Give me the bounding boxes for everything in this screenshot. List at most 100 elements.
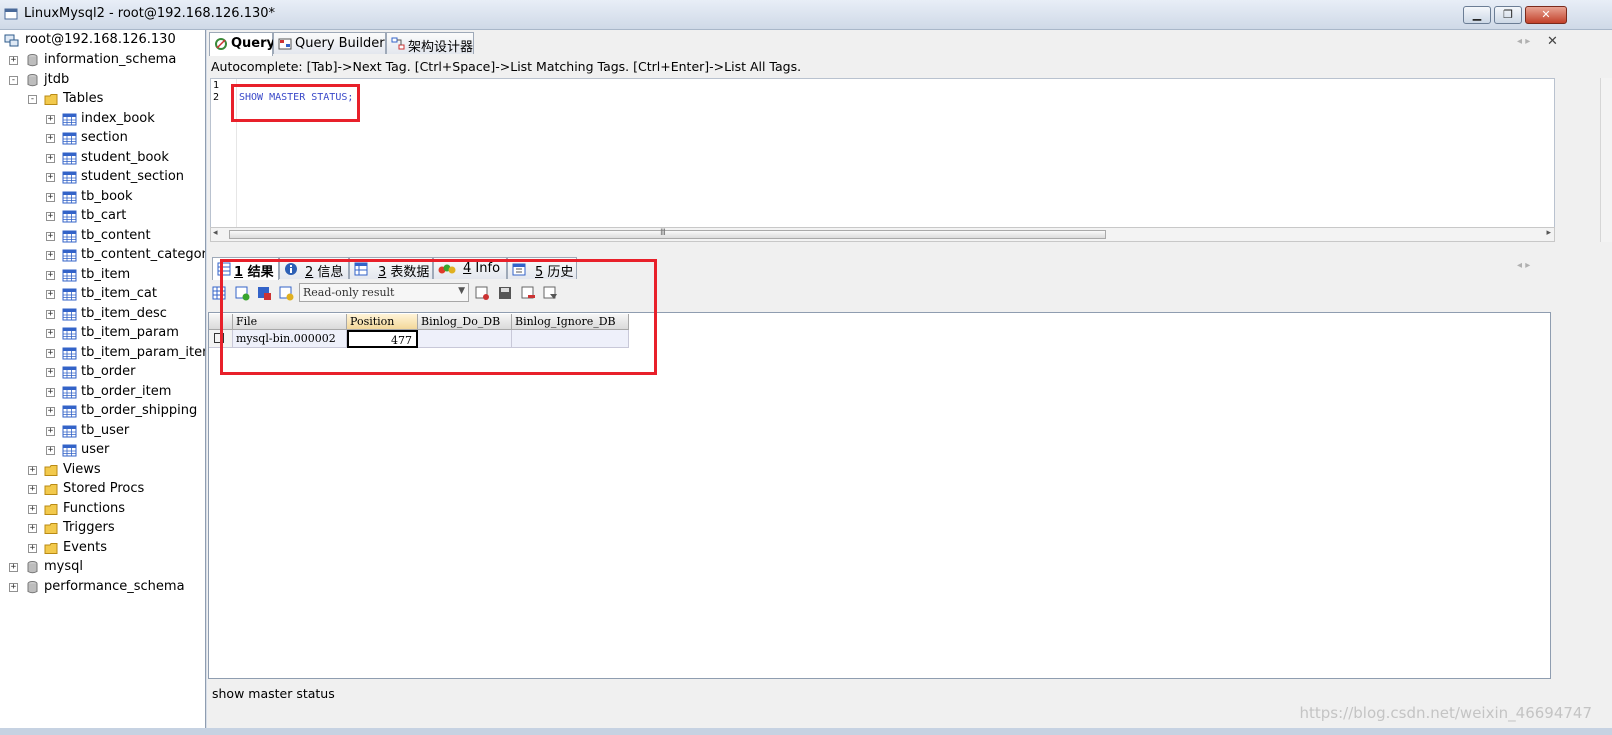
scroll-left-icon[interactable]: ◂	[213, 228, 218, 238]
tree-node-section[interactable]: + section	[0, 129, 205, 149]
tree-node-label: section	[81, 130, 128, 145]
connection-label: root@192.168.126.130	[25, 32, 176, 47]
tree-node-student-section[interactable]: + student_section	[0, 168, 205, 188]
close-icon: ✕	[1541, 8, 1551, 21]
tree-node-tb-item-param-item[interactable]: + tb_item_param_item	[0, 344, 205, 364]
tree-node-tb-item-desc[interactable]: + tb_item_desc	[0, 305, 205, 325]
expand-icon[interactable]: +	[46, 153, 55, 163]
folder-icon	[44, 463, 59, 478]
tab-query[interactable]: Query	[209, 32, 275, 56]
database-icon	[25, 53, 40, 68]
folder-icon	[44, 482, 59, 497]
editor-vertical-scrollbar[interactable]	[1600, 78, 1612, 242]
tree-node-label: performance_schema	[44, 578, 185, 594]
tree-node-label: Stored Procs	[63, 481, 145, 496]
tab-scroll-arrows-icon[interactable]: ◂ ▸	[1517, 36, 1530, 47]
tree-node-label: tb_order	[81, 364, 136, 379]
expand-icon[interactable]: +	[46, 134, 55, 143]
result-tab-scroll-icon[interactable]: ◂ ▸	[1517, 260, 1530, 271]
expand-icon[interactable]: +	[46, 173, 55, 182]
table-icon	[62, 385, 77, 400]
scroll-thumb[interactable]: III	[229, 228, 1106, 239]
expand-icon[interactable]: +	[46, 290, 55, 299]
table-icon	[62, 326, 77, 341]
expand-icon[interactable]: +	[46, 231, 55, 241]
tree-node-tb-item[interactable]: + tb_item	[0, 266, 205, 286]
table-icon	[62, 112, 77, 127]
expand-icon[interactable]: +	[46, 407, 55, 416]
table-icon	[62, 248, 77, 263]
editor-horizontal-scrollbar[interactable]: ◂ III ▸	[210, 227, 1555, 242]
expand-icon[interactable]: +	[9, 582, 18, 592]
expand-icon[interactable]: +	[46, 192, 55, 202]
tree-node-tb-item-cat[interactable]: + tb_item_cat	[0, 285, 205, 305]
expand-icon[interactable]: +	[46, 251, 55, 260]
expand-icon[interactable]: +	[46, 426, 55, 436]
line-number: 1	[213, 80, 220, 91]
expand-icon[interactable]: +	[46, 387, 55, 397]
tree-node-tb-item-param[interactable]: + tb_item_param	[0, 324, 205, 344]
expand-icon[interactable]: +	[46, 309, 55, 319]
tree-node-user[interactable]: + user	[0, 441, 205, 461]
tree-node-tb-cart[interactable]: + tb_cart	[0, 207, 205, 227]
tree-node-tables[interactable]: - Tables	[0, 90, 205, 110]
tab-schema-designer[interactable]: 架构设计器	[386, 32, 474, 55]
tree-node-information-schema[interactable]: + information_schema	[0, 51, 205, 71]
close-window-button[interactable]: ✕	[1525, 6, 1567, 24]
expand-icon[interactable]: +	[46, 368, 55, 377]
table-icon	[62, 346, 77, 361]
tree-node-views[interactable]: + Views	[0, 461, 205, 481]
tab-query-builder[interactable]: Query Builder	[273, 32, 386, 54]
tree-node-performance-schema[interactable]: + performance_schema	[0, 578, 205, 598]
expand-icon[interactable]: +	[28, 504, 37, 514]
app-icon	[4, 8, 18, 20]
expand-icon[interactable]: +	[46, 446, 55, 455]
tree-node-label: Views	[63, 461, 101, 477]
expand-icon[interactable]: +	[28, 465, 37, 475]
tree-node-stored-procs[interactable]: + Stored Procs	[0, 480, 205, 500]
tree-node-tb-user[interactable]: + tb_user	[0, 422, 205, 442]
database-icon	[25, 560, 40, 575]
table-icon	[62, 209, 77, 224]
watermark-text: https://blog.csdn.net/weixin_46694747	[1299, 704, 1592, 722]
tree-node-tb-order-item[interactable]: + tb_order_item	[0, 383, 205, 403]
expand-icon[interactable]: +	[28, 524, 37, 533]
tree-node-events[interactable]: + Events	[0, 539, 205, 559]
close-tab-icon[interactable]: ✕	[1547, 34, 1558, 49]
scroll-right-icon[interactable]: ▸	[1546, 228, 1551, 238]
autocomplete-hint: Autocomplete: [Tab]->Next Tag. [Ctrl+Spa…	[211, 59, 802, 74]
tree-node-tb-book[interactable]: + tb_book	[0, 188, 205, 208]
tree-node-tb-order-shipping[interactable]: + tb_order_shipping	[0, 402, 205, 422]
collapse-icon[interactable]: -	[28, 95, 37, 104]
tree-node-tb-content-category[interactable]: + tb_content_category	[0, 246, 205, 266]
tree-node-jtdb[interactable]: - jtdb	[0, 71, 205, 91]
object-browser-tree[interactable]: root@192.168.126.130 + information_schema…	[0, 30, 206, 728]
maximize-button[interactable]: ❐	[1494, 6, 1522, 24]
expand-icon[interactable]: +	[9, 56, 18, 65]
minimize-button[interactable]: ▁	[1463, 6, 1491, 24]
expand-icon[interactable]: +	[28, 485, 37, 494]
folder-icon	[44, 92, 59, 107]
tree-node-student-book[interactable]: + student_book	[0, 149, 205, 169]
expand-icon[interactable]: +	[46, 212, 55, 221]
tree-connection[interactable]: root@192.168.126.130	[0, 31, 205, 51]
sql-editor[interactable]: 1 2 SHOW MASTER STATUS;	[210, 78, 1555, 242]
tree-node-label: mysql	[44, 559, 83, 574]
tree-node-functions[interactable]: + Functions	[0, 500, 205, 520]
expand-icon[interactable]: +	[9, 563, 18, 572]
tree-node-triggers[interactable]: + Triggers	[0, 519, 205, 539]
tree-node-tb-content[interactable]: + tb_content	[0, 227, 205, 247]
tree-node-mysql[interactable]: + mysql	[0, 558, 205, 578]
expand-icon[interactable]: +	[46, 329, 55, 338]
expand-icon[interactable]: +	[28, 543, 37, 553]
expand-icon[interactable]: +	[46, 114, 55, 124]
tree-node-label: Functions	[63, 500, 126, 516]
tree-node-tb-order[interactable]: + tb_order	[0, 363, 205, 383]
collapse-icon[interactable]: -	[9, 75, 18, 85]
window-bottom-border	[0, 728, 1612, 735]
expand-icon[interactable]: +	[46, 270, 55, 280]
expand-icon[interactable]: +	[46, 348, 55, 358]
server-icon	[4, 34, 19, 47]
tree-node-label: tb_item	[81, 266, 131, 282]
tree-node-index-book[interactable]: + index_book	[0, 110, 205, 130]
